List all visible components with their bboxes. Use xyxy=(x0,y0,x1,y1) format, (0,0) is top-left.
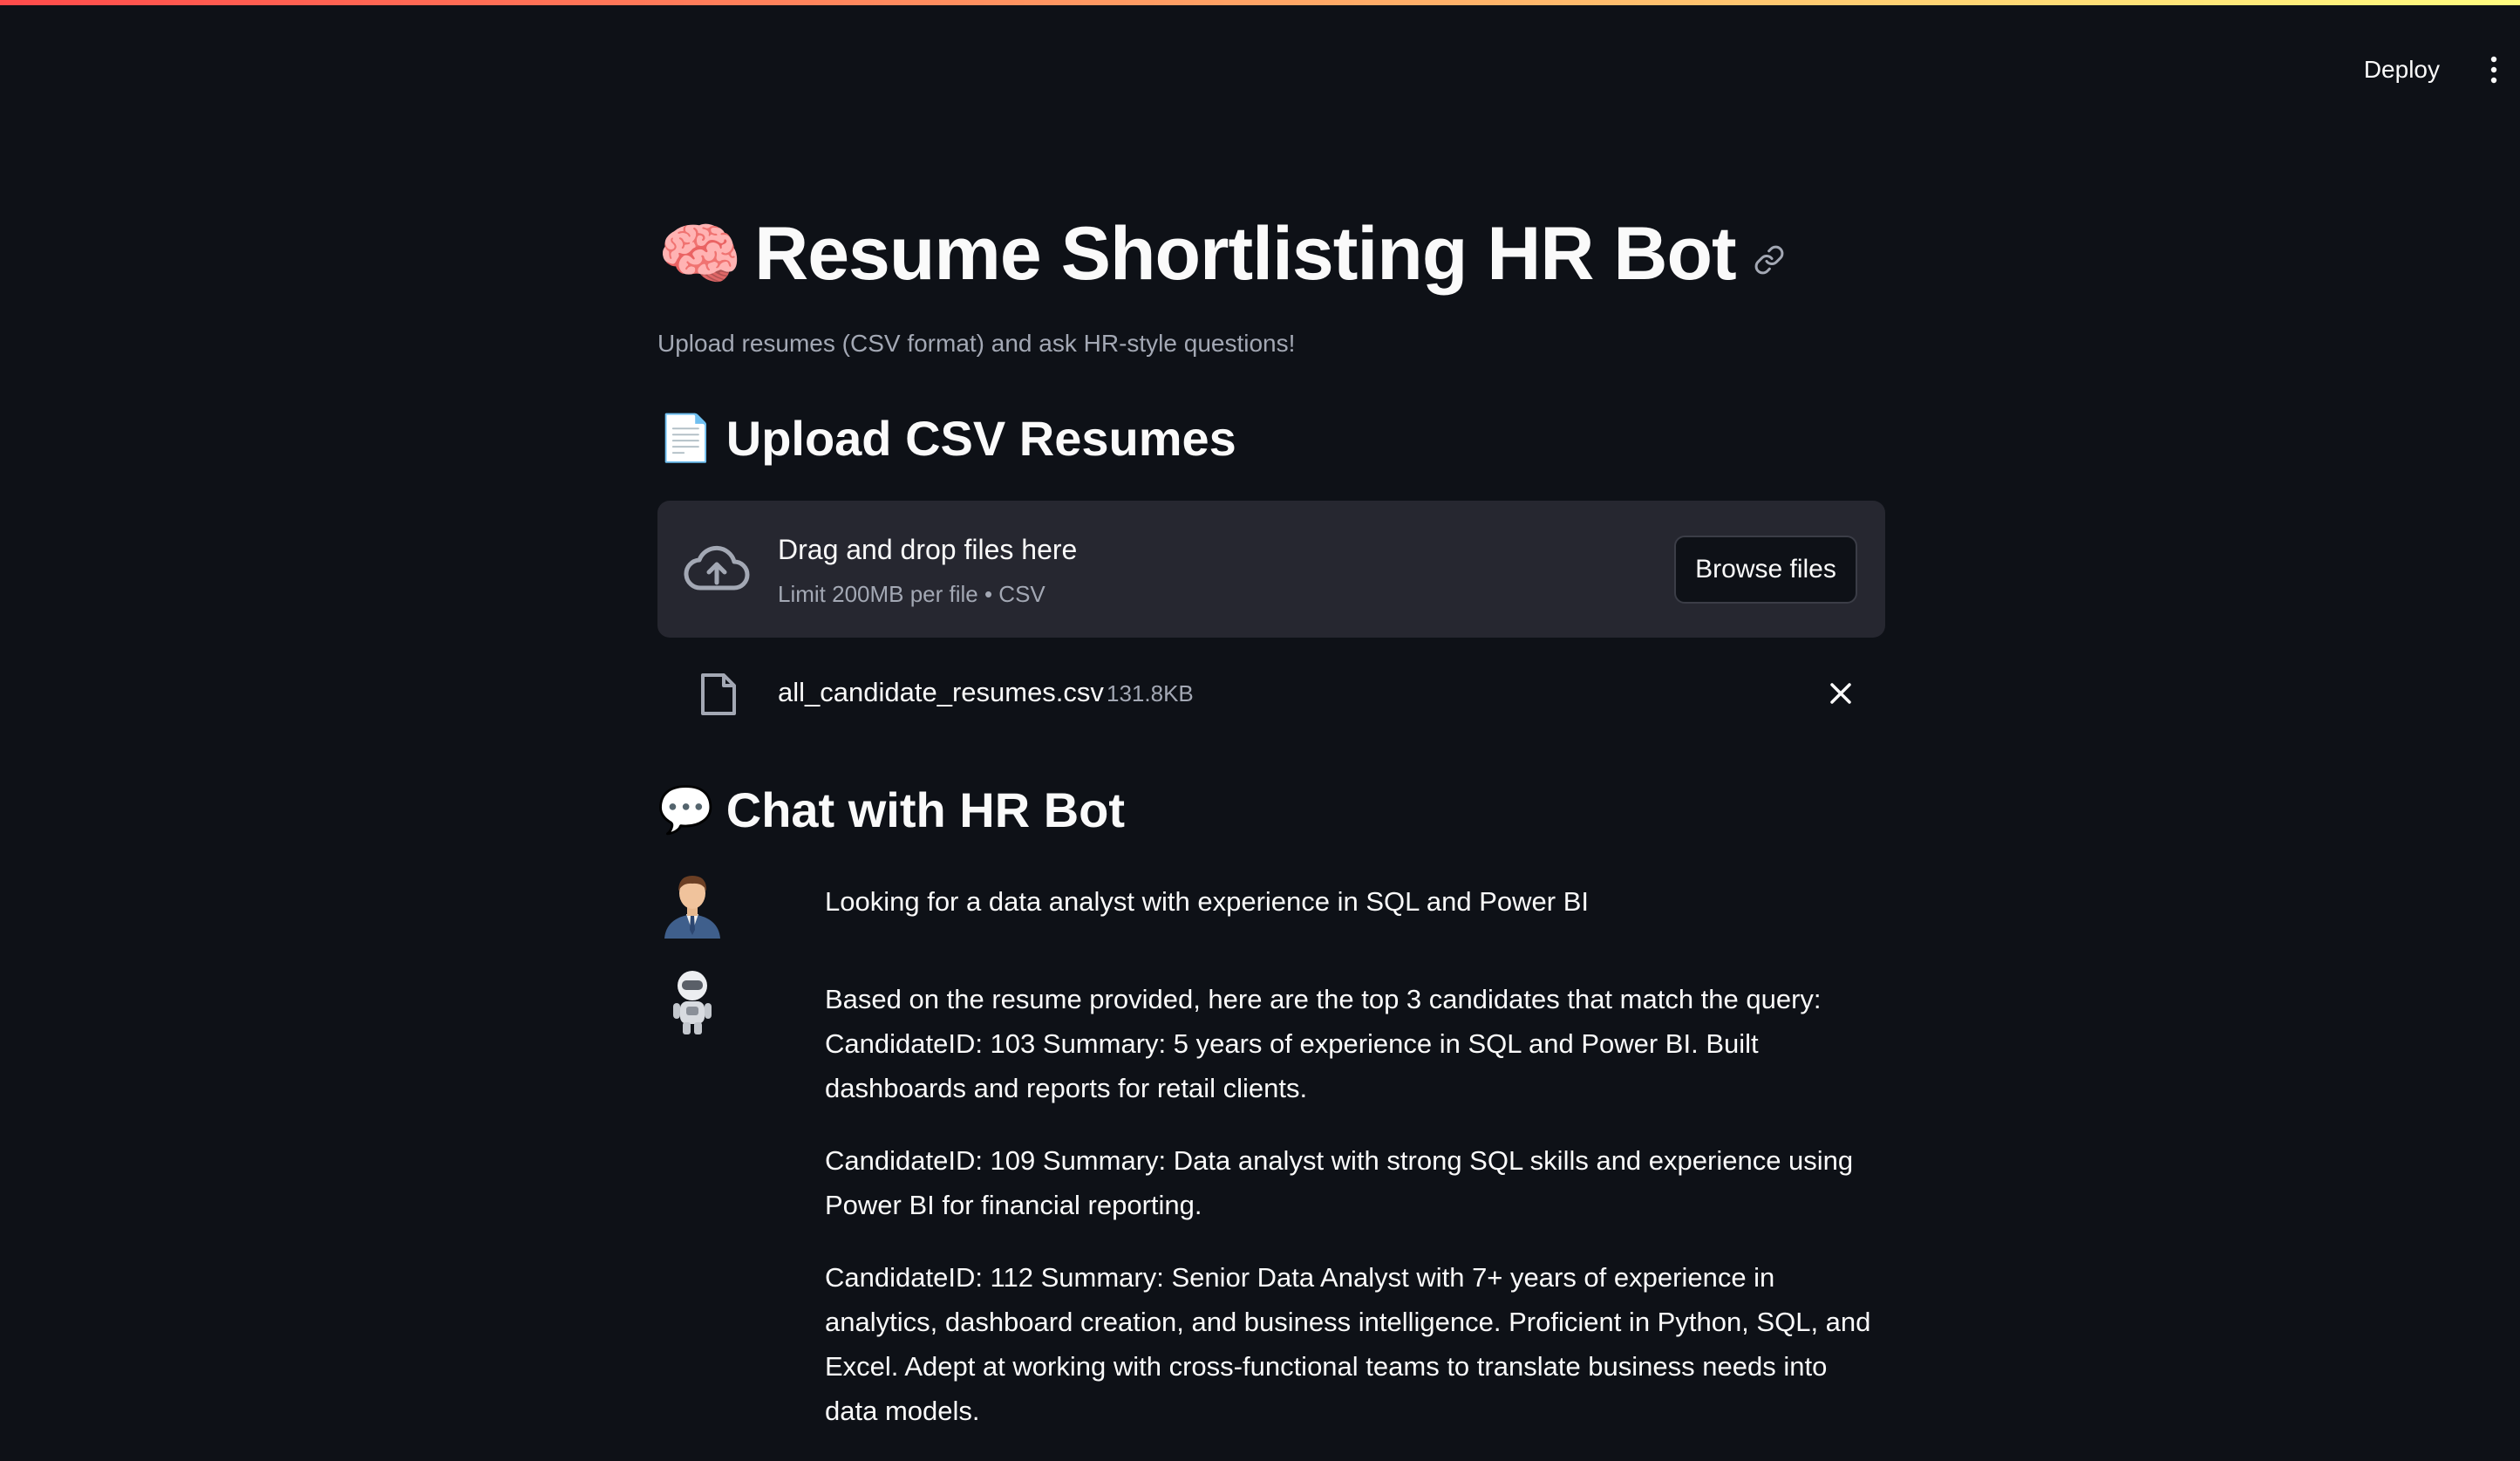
page-title-text: Resume Shortlisting HR Bot xyxy=(754,211,1737,296)
assistant-message-paragraph: CandidateID: 109 Summary: Data analyst w… xyxy=(825,1145,1854,1220)
uploaded-file-size: 131.8KB xyxy=(1107,680,1194,707)
link-icon[interactable] xyxy=(1754,244,1785,276)
user-message: Looking for a data analyst with experien… xyxy=(825,879,1885,952)
speech-bubble-icon: 💬 xyxy=(657,784,714,836)
uploaded-file-name: all_candidate_resumes.csv xyxy=(778,677,1104,707)
browse-files-button[interactable]: Browse files xyxy=(1674,536,1857,604)
chat-section-heading: 💬 Chat with HR Bot xyxy=(657,782,1125,838)
assistant-message-paragraph: Based on the resume provided, here are t… xyxy=(825,984,1822,1103)
dropzone-label: Drag and drop files here xyxy=(778,534,1078,565)
document-icon: 📄 xyxy=(657,413,714,464)
robot-avatar-icon xyxy=(673,971,712,1034)
upload-heading-text: Upload CSV Resumes xyxy=(725,411,1236,466)
cloud-upload-icon xyxy=(684,545,750,591)
user-message-text: Looking for a data analyst with experien… xyxy=(825,886,1589,917)
assistant-message: Based on the resume provided, here are t… xyxy=(825,977,1885,1461)
chat-heading-text: Chat with HR Bot xyxy=(725,782,1126,837)
page-subtitle: Upload resumes (CSV format) and ask HR-s… xyxy=(657,330,1296,357)
vertical-dots-icon[interactable] xyxy=(2487,52,2501,87)
app-header: Deploy xyxy=(0,5,2520,127)
close-icon[interactable] xyxy=(1826,679,1856,708)
uploaded-file-item: all_candidate_resumes.csv 131.8KB xyxy=(657,663,1885,724)
upload-section-heading: 📄 Upload CSV Resumes xyxy=(657,410,1236,467)
file-dropzone[interactable]: Drag and drop files here Limit 200MB per… xyxy=(657,501,1885,638)
dropzone-limit-text: Limit 200MB per file • CSV xyxy=(778,581,1045,607)
page-title: 🧠 Resume Shortlisting HR Bot xyxy=(657,206,1785,302)
businessman-avatar-icon xyxy=(664,876,720,939)
deploy-button[interactable]: Deploy xyxy=(2352,49,2452,91)
file-icon xyxy=(701,673,736,715)
assistant-message-paragraph: CandidateID: 112 Summary: Senior Data An… xyxy=(825,1262,1871,1426)
brain-icon: 🧠 xyxy=(657,215,743,292)
